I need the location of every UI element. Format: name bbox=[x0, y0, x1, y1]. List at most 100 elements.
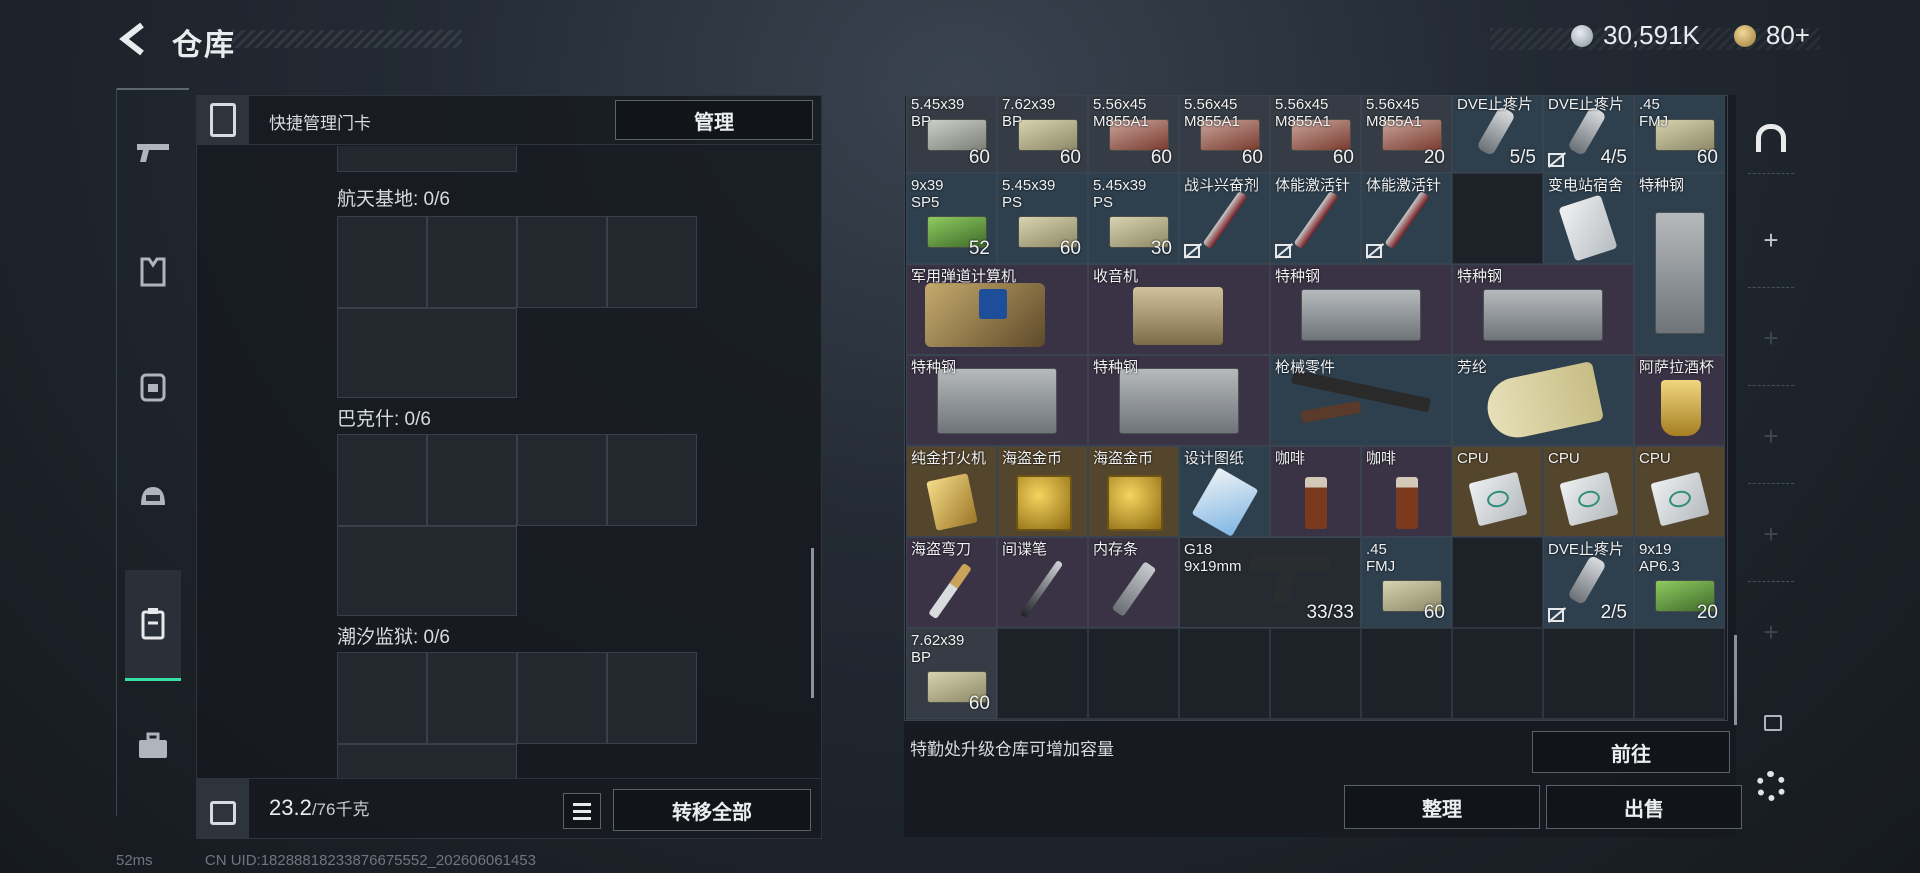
stash-cell[interactable] bbox=[1543, 719, 1634, 720]
keycard-slot[interactable] bbox=[337, 434, 427, 526]
stash-grid[interactable]: 5.45x39 BP 60 7.62x39 BP 60 5.56x45 M855A1… bbox=[904, 95, 1728, 721]
stash-item[interactable]: 变电站宿舍 bbox=[1543, 173, 1634, 264]
stash-item[interactable]: 5.56x45 M855A1 20 bbox=[1361, 96, 1452, 173]
stash-home-tab[interactable] bbox=[1750, 117, 1792, 159]
stash-item[interactable]: .45 FMJ 60 bbox=[1361, 537, 1452, 628]
nav-keycard[interactable] bbox=[125, 570, 181, 681]
stash-item[interactable]: 5.45x39 PS 30 bbox=[1088, 173, 1179, 264]
stash-cell[interactable] bbox=[1452, 537, 1543, 628]
stash-item[interactable]: 军用弹道计算机 bbox=[906, 264, 1088, 355]
keycard-slot[interactable] bbox=[427, 216, 517, 308]
keycard-slot[interactable] bbox=[337, 652, 427, 744]
keycard-scrollbar[interactable] bbox=[811, 548, 814, 698]
stash-item[interactable]: 枪械零件 bbox=[1270, 355, 1452, 446]
stash-item[interactable]: 特种钢 bbox=[906, 355, 1088, 446]
back-arrow-icon[interactable] bbox=[118, 22, 152, 56]
stash-cell[interactable] bbox=[1634, 719, 1725, 720]
stash-item[interactable]: 纯金打火机 bbox=[906, 446, 997, 537]
keycard-slot[interactable] bbox=[517, 652, 607, 744]
stash-item[interactable]: 5.45x39 PS 60 bbox=[997, 173, 1088, 264]
stash-item[interactable]: 咖啡 bbox=[1361, 446, 1452, 537]
stash-item[interactable]: 5.45x39 BP 60 bbox=[906, 96, 997, 173]
stash-item[interactable]: 9x19 AP6.3 20 bbox=[1634, 537, 1725, 628]
stash-item[interactable]: CPU bbox=[1543, 446, 1634, 537]
manage-button[interactable]: 管理 bbox=[615, 100, 813, 140]
keycard-slot[interactable] bbox=[607, 434, 697, 526]
stash-item[interactable]: 内存条 bbox=[1088, 537, 1179, 628]
stash-item[interactable]: 阿萨拉酒杯 bbox=[1634, 355, 1725, 446]
add-icon: + bbox=[1763, 519, 1779, 549]
sell-button[interactable]: 出售 bbox=[1546, 785, 1742, 829]
stash-cell[interactable] bbox=[906, 719, 997, 720]
keycard-slot[interactable] bbox=[427, 652, 517, 744]
stash-item[interactable]: 收音机 bbox=[1088, 264, 1270, 355]
stash-item[interactable]: 体能激活针 bbox=[1270, 173, 1361, 264]
keycard-slot[interactable] bbox=[337, 526, 517, 616]
stash-item[interactable]: DVE止疼片 2/5 bbox=[1543, 537, 1634, 628]
keycard-slot[interactable] bbox=[517, 216, 607, 308]
stash-item[interactable]: 特种钢 bbox=[1452, 264, 1634, 355]
stash-item[interactable]: 体能激活针 bbox=[1361, 173, 1452, 264]
goto-button[interactable]: 前往 bbox=[1532, 731, 1730, 773]
stash-item[interactable]: 7.62x39 BP 60 bbox=[906, 628, 997, 719]
stash-item[interactable]: CPU bbox=[1452, 446, 1543, 537]
nav-armor[interactable] bbox=[125, 244, 181, 300]
stash-item[interactable]: 特种钢 bbox=[1634, 173, 1725, 355]
nav-weapons[interactable] bbox=[125, 124, 181, 180]
stash-cell[interactable] bbox=[1452, 628, 1543, 719]
stash-item[interactable]: 设计图纸 bbox=[1179, 446, 1270, 537]
stash-item[interactable]: 5.56x45 M855A1 60 bbox=[1270, 96, 1361, 173]
nav-backpack[interactable] bbox=[125, 358, 181, 414]
nav-toolbox[interactable] bbox=[125, 718, 181, 774]
stash-cell[interactable] bbox=[1543, 628, 1634, 719]
stash-cell[interactable] bbox=[1088, 628, 1179, 719]
stash-cell[interactable] bbox=[1452, 173, 1543, 264]
stash-cell[interactable] bbox=[1452, 719, 1543, 720]
stash-scrollbar[interactable] bbox=[1734, 635, 1737, 725]
stash-cell[interactable] bbox=[997, 628, 1088, 719]
keycard-slots-area[interactable]: 航天基地: 0/6 巴克什: 0/6 潮汐监狱: 0/6 bbox=[197, 146, 807, 778]
stash-item[interactable]: 5.56x45 M855A1 60 bbox=[1088, 96, 1179, 173]
stash-item[interactable]: 特种钢 bbox=[1270, 264, 1452, 355]
stash-item[interactable]: 9x39 SP5 52 bbox=[906, 173, 997, 264]
sort-button[interactable]: 整理 bbox=[1344, 785, 1540, 829]
stash-item[interactable]: 芳纶 bbox=[1452, 355, 1634, 446]
stash-item[interactable]: 战斗兴奋剂 bbox=[1179, 173, 1270, 264]
gear-icon[interactable] bbox=[1756, 771, 1786, 801]
stash-cell[interactable] bbox=[1634, 628, 1725, 719]
stash-cell[interactable] bbox=[1361, 719, 1452, 720]
stash-item[interactable]: 海盗金币 bbox=[1088, 446, 1179, 537]
keycard-slot[interactable] bbox=[337, 744, 517, 778]
keycard-slot[interactable] bbox=[607, 216, 697, 308]
stash-cell[interactable] bbox=[1270, 719, 1361, 720]
transfer-all-button[interactable]: 转移全部 bbox=[613, 789, 811, 831]
keycard-slot[interactable] bbox=[337, 216, 427, 308]
keycard-slot[interactable] bbox=[337, 146, 517, 172]
stash-cell[interactable] bbox=[1179, 719, 1270, 720]
keycard-slot[interactable] bbox=[607, 652, 697, 744]
stash-cell[interactable] bbox=[1179, 628, 1270, 719]
stash-cell[interactable] bbox=[1361, 628, 1452, 719]
stash-cell[interactable] bbox=[1270, 628, 1361, 719]
stash-item[interactable]: 咖啡 bbox=[1270, 446, 1361, 537]
stash-item[interactable]: .45 FMJ 60 bbox=[1634, 96, 1725, 173]
stash-item[interactable]: 海盗金币 bbox=[997, 446, 1088, 537]
list-view-button[interactable] bbox=[563, 793, 601, 829]
stash-item[interactable]: 5.56x45 M855A1 60 bbox=[1179, 96, 1270, 173]
stash-cell[interactable] bbox=[997, 719, 1088, 720]
keycard-slot[interactable] bbox=[517, 434, 607, 526]
stash-item[interactable]: 7.62x39 BP 60 bbox=[997, 96, 1088, 173]
stash-item[interactable]: 特种钢 bbox=[1088, 355, 1270, 446]
stash-item[interactable]: DVE止疼片 4/5 bbox=[1543, 96, 1634, 173]
stash-item[interactable]: DVE止疼片 5/5 bbox=[1452, 96, 1543, 173]
stash-cell[interactable] bbox=[1088, 719, 1179, 720]
keycard-slot[interactable] bbox=[427, 434, 517, 526]
keycard-slot[interactable] bbox=[337, 308, 517, 398]
add-stash-tab-button[interactable]: + bbox=[1742, 225, 1800, 256]
stash-item[interactable]: CPU bbox=[1634, 446, 1725, 537]
nav-helmet[interactable] bbox=[125, 470, 181, 526]
stash-item[interactable]: 海盗弯刀 bbox=[906, 537, 997, 628]
currency-secondary-value[interactable]: 80+ bbox=[1766, 20, 1810, 51]
stash-item[interactable]: 间谍笔 bbox=[997, 537, 1088, 628]
stash-item[interactable]: G18 9x19mm 33/33 bbox=[1179, 537, 1361, 628]
